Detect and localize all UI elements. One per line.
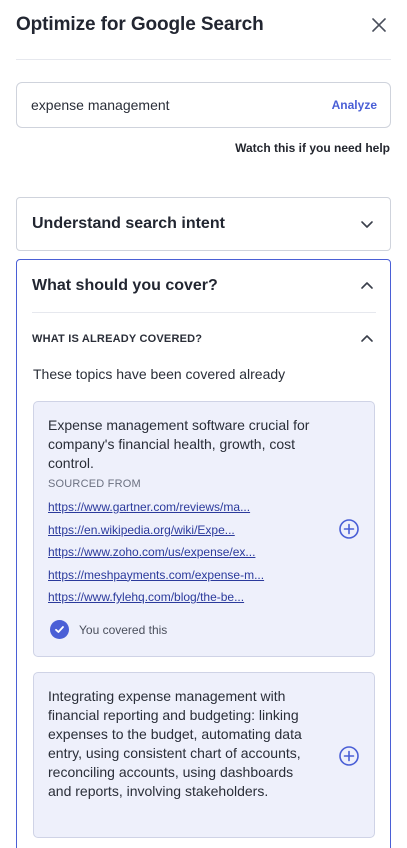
section-title: WHAT IS ALREADY COVERED?	[32, 333, 203, 345]
close-icon	[372, 18, 386, 32]
help-video-link[interactable]: Watch this if you need help	[235, 141, 390, 155]
covered-label: You covered this	[79, 622, 168, 637]
panel-title: Optimize for Google Search	[16, 14, 264, 35]
section-description: These topics have been covered already	[33, 366, 286, 382]
accordion-title: Understand search intent	[32, 215, 225, 232]
topic-text: Integrating expense management with fina…	[48, 688, 302, 799]
accordion-title: What should you cover?	[32, 277, 218, 294]
covered-status: You covered this	[50, 620, 167, 639]
header-divider	[16, 59, 391, 60]
source-links: https://www.gartner.com/reviews/ma... ht…	[48, 496, 264, 609]
add-topic-button[interactable]	[338, 745, 360, 767]
optimize-panel: Optimize for Google Search Analyze Watch…	[0, 0, 407, 848]
accordion-divider	[32, 312, 376, 313]
accordion-search-intent[interactable]: Understand search intent	[16, 197, 391, 251]
plus-circle-icon	[339, 519, 359, 539]
accordion-what-to-cover: What should you cover? WHAT IS ALREADY C…	[16, 259, 391, 848]
analyze-button[interactable]: Analyze	[332, 98, 377, 112]
chevron-up-icon	[359, 278, 375, 294]
chevron-up-icon	[359, 331, 375, 347]
source-link[interactable]: https://en.wikipedia.org/wiki/Expe...	[48, 519, 264, 542]
accordion-header[interactable]: What should you cover?	[17, 260, 390, 312]
topic-card: Expense management software crucial for …	[33, 401, 375, 657]
check-icon	[50, 620, 69, 639]
chevron-down-icon	[359, 216, 375, 232]
already-covered-header[interactable]: WHAT IS ALREADY COVERED?	[17, 326, 390, 352]
source-link[interactable]: https://meshpayments.com/expense-m...	[48, 564, 264, 587]
topic-text: Expense management software crucial for …	[48, 417, 310, 471]
sourced-from-label: SOURCED FROM	[48, 478, 141, 490]
source-link[interactable]: https://www.fylehq.com/blog/the-be...	[48, 586, 264, 609]
plus-circle-icon	[339, 746, 359, 766]
topic-card: Integrating expense management with fina…	[33, 672, 375, 838]
keyword-search-box: Analyze	[16, 82, 391, 128]
source-link[interactable]: https://www.zoho.com/us/expense/ex...	[48, 541, 264, 564]
keyword-input[interactable]	[31, 97, 291, 113]
add-topic-button[interactable]	[338, 518, 360, 540]
source-link[interactable]: https://www.gartner.com/reviews/ma...	[48, 496, 264, 519]
panel-header: Optimize for Google Search	[16, 10, 391, 40]
close-button[interactable]	[367, 13, 391, 37]
